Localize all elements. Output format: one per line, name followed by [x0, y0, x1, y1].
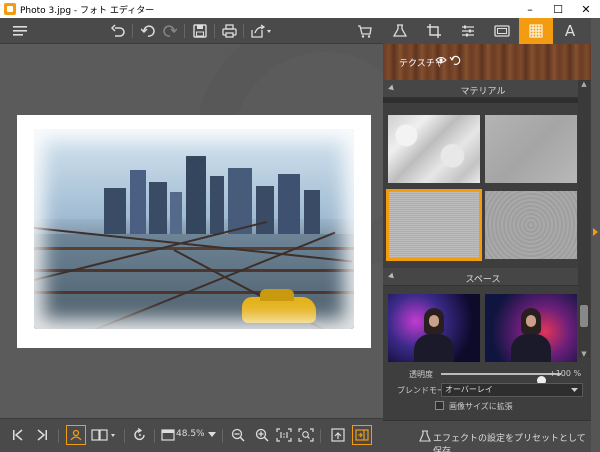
redo-icon[interactable]: [160, 21, 180, 41]
texture-thumb-canvas-selected[interactable]: [386, 189, 482, 261]
texture-thumb-space-red[interactable]: [485, 294, 577, 362]
undo-all-icon[interactable]: [108, 21, 128, 41]
section-material-header[interactable]: マテリアル: [383, 80, 583, 98]
scroll-edge: [383, 98, 579, 103]
sliders-icon[interactable]: [451, 18, 485, 44]
texture-header: テクスチャ: [383, 44, 591, 80]
effect-tabs: A: [383, 18, 591, 44]
eye-icon[interactable]: [435, 54, 447, 66]
section-space-header[interactable]: スペース: [383, 268, 583, 286]
scale-to-image-label: 画像サイズに拡張: [449, 402, 513, 411]
image-canvas[interactable]: [0, 44, 383, 418]
app-icon: [4, 3, 16, 15]
opacity-label: 透明度: [409, 370, 433, 379]
toolbar-divider: [154, 429, 155, 443]
rotate-icon[interactable]: [130, 425, 150, 445]
toolbar-divider: [58, 429, 59, 443]
first-image-icon[interactable]: [8, 425, 28, 445]
maximize-button[interactable]: ☐: [544, 0, 572, 18]
toolbar-divider: [124, 429, 125, 443]
toolbar-divider: [184, 24, 185, 38]
top-toolbar: [0, 18, 383, 44]
opacity-row: 透明度 +100 %: [383, 366, 591, 385]
blend-mode-row: ブレンドモード オーバーレイ: [383, 382, 591, 398]
opacity-slider[interactable]: [441, 373, 561, 385]
image-size-icon[interactable]: [158, 425, 178, 445]
text-icon[interactable]: A: [553, 18, 587, 44]
compare-view-icon[interactable]: [90, 425, 118, 445]
zoom-out-icon[interactable]: [228, 425, 248, 445]
texture-thumb-smooth-gray[interactable]: [485, 115, 577, 183]
minimize-button[interactable]: –: [516, 0, 544, 18]
scroll-down-arrow[interactable]: ▼: [580, 350, 588, 358]
toolbar-divider: [243, 24, 244, 38]
reset-icon[interactable]: [449, 54, 461, 66]
panel-scrollbar[interactable]: ▲ ▼: [578, 80, 590, 358]
next-image-icon[interactable]: [32, 425, 52, 445]
zoom-value: 48.5%: [176, 429, 205, 439]
window-title: Photo 3.jpg - フォト エディター: [20, 5, 155, 16]
blend-mode-select[interactable]: オーバーレイ: [441, 383, 583, 397]
zoom-dropdown[interactable]: [206, 425, 218, 445]
texture-icon[interactable]: [519, 18, 553, 44]
menu-icon[interactable]: [10, 21, 30, 41]
zoom-in-icon[interactable]: [252, 425, 272, 445]
share-icon[interactable]: [248, 21, 274, 41]
crop-icon[interactable]: [417, 18, 451, 44]
flask-icon[interactable]: [383, 18, 417, 44]
close-button[interactable]: ✕: [572, 0, 600, 18]
actual-size-icon[interactable]: [274, 425, 294, 445]
save-preset-button[interactable]: エフェクトの設定をプリセットとして保存: [383, 420, 591, 452]
scroll-thumb[interactable]: [580, 305, 588, 327]
save-preset-label: エフェクトの設定をプリセットとして保存: [433, 434, 586, 452]
fit-to-screen-icon[interactable]: [296, 425, 316, 445]
export-icon[interactable]: [328, 425, 348, 445]
opacity-value: +100 %: [549, 369, 582, 378]
person-view-icon[interactable]: [66, 425, 86, 445]
toggle-panel-icon[interactable]: [352, 425, 372, 445]
toolbar-divider: [214, 24, 215, 38]
cart-icon[interactable]: [354, 21, 374, 41]
texture-thumb-space-purple[interactable]: [388, 294, 480, 362]
toolbar-divider: [222, 429, 223, 443]
save-icon[interactable]: [190, 21, 210, 41]
toolbar-divider: [132, 24, 133, 38]
preset-flask-icon: [419, 430, 431, 442]
title-bar: Photo 3.jpg - フォト エディター – ☐ ✕: [0, 0, 600, 18]
texture-thumb-leather[interactable]: [485, 191, 577, 259]
scale-row: 画像サイズに拡張: [383, 398, 591, 414]
effects-panel: A テクスチャ マテリアル スペース 透明度 +100 % ブレンドモード オー…: [383, 18, 591, 452]
scale-to-image-checkbox[interactable]: [435, 401, 444, 410]
chevron-down-icon: [571, 388, 578, 393]
panel-edge: [591, 18, 600, 452]
bottom-toolbar: 48.5%: [0, 418, 383, 452]
edited-photo[interactable]: [34, 129, 354, 329]
frame-icon[interactable]: [485, 18, 519, 44]
scroll-up-arrow[interactable]: ▲: [580, 80, 588, 88]
texture-thumb-crumpled-paper[interactable]: [388, 115, 480, 183]
expand-arrow-icon[interactable]: [593, 228, 598, 236]
toolbar-divider: [320, 429, 321, 443]
undo-icon[interactable]: [138, 21, 158, 41]
photo-frame: [17, 115, 371, 348]
print-icon[interactable]: [219, 21, 239, 41]
